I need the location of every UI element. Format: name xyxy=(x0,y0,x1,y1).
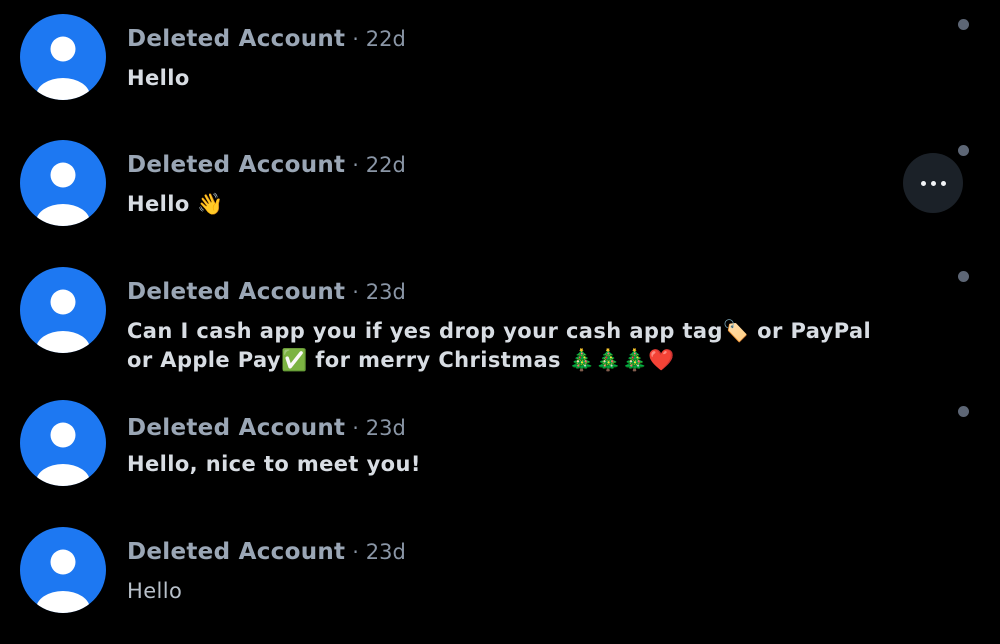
unread-dot-icon xyxy=(958,406,969,417)
message-text: Hello, nice to meet you! xyxy=(127,452,421,476)
default-user-avatar-icon xyxy=(36,289,90,353)
message-text: Can I cash app you if yes drop your cash… xyxy=(127,319,872,372)
message-list: Deleted Account · 22d Hello Deleted Accoun… xyxy=(0,0,1000,644)
separator: · xyxy=(352,540,359,564)
separator: · xyxy=(352,27,359,51)
sender-name[interactable]: Deleted Account xyxy=(127,539,345,565)
message-header: Deleted Account · 23d xyxy=(127,538,406,566)
more-horizontal-icon xyxy=(920,180,926,186)
separator: · xyxy=(352,153,359,177)
timestamp: 23d xyxy=(365,540,406,564)
default-user-avatar-icon xyxy=(36,422,90,486)
separator: · xyxy=(352,280,359,304)
message-item[interactable]: Deleted Account · 23d Hello, nice to meet … xyxy=(0,400,1000,510)
message-header: Deleted Account · 23d xyxy=(127,278,406,306)
default-user-avatar-icon xyxy=(36,36,90,100)
avatar[interactable] xyxy=(20,14,106,100)
avatar[interactable] xyxy=(20,527,106,613)
message-header: Deleted Account · 23d xyxy=(127,414,406,442)
sender-name[interactable]: Deleted Account xyxy=(127,152,345,178)
more-horizontal-icon xyxy=(940,180,946,186)
message-text: Hello xyxy=(127,66,190,90)
avatar[interactable] xyxy=(20,140,106,226)
message-item[interactable]: Deleted Account · 23d Hello xyxy=(0,527,1000,637)
avatar[interactable] xyxy=(20,267,106,353)
sender-name[interactable]: Deleted Account xyxy=(127,279,345,305)
sender-name[interactable]: Deleted Account xyxy=(127,26,345,52)
unread-dot-icon xyxy=(958,271,969,282)
message-text: Hello xyxy=(127,579,183,603)
more-horizontal-icon xyxy=(930,180,936,186)
message-item[interactable]: Deleted Account · 22d Hello 👋 xyxy=(0,140,1000,250)
separator: · xyxy=(352,416,359,440)
message-item[interactable]: Deleted Account · 23d Can I cash app you i… xyxy=(0,267,1000,387)
message-header: Deleted Account · 22d xyxy=(127,25,406,53)
message-item[interactable]: Deleted Account · 22d Hello xyxy=(0,14,1000,124)
message-header: Deleted Account · 22d xyxy=(127,151,406,179)
timestamp: 22d xyxy=(365,27,406,51)
default-user-avatar-icon xyxy=(36,162,90,226)
default-user-avatar-icon xyxy=(36,549,90,613)
timestamp: 22d xyxy=(365,153,406,177)
unread-dot-icon xyxy=(958,145,969,156)
avatar[interactable] xyxy=(20,400,106,486)
timestamp: 23d xyxy=(365,416,406,440)
unread-dot-icon xyxy=(958,19,969,30)
timestamp: 23d xyxy=(365,280,406,304)
sender-name[interactable]: Deleted Account xyxy=(127,415,345,441)
more-options-button[interactable] xyxy=(903,153,963,213)
message-text: Hello 👋 xyxy=(127,192,224,216)
